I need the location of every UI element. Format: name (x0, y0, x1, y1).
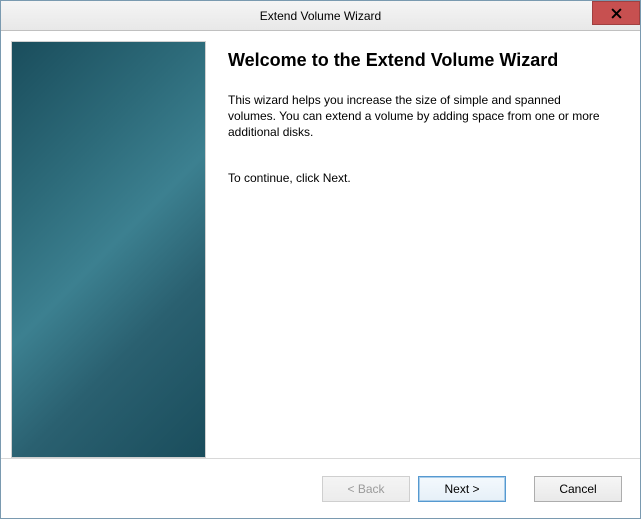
next-button[interactable]: Next > (418, 476, 506, 502)
window-title: Extend Volume Wizard (1, 9, 640, 23)
close-icon (611, 8, 622, 19)
wizard-main-panel: Welcome to the Extend Volume Wizard This… (206, 31, 640, 458)
wizard-description: This wizard helps you increase the size … (228, 92, 612, 141)
wizard-side-banner (11, 41, 206, 458)
wizard-continue-hint: To continue, click Next. (228, 170, 612, 186)
back-button: < Back (322, 476, 410, 502)
content-area: Welcome to the Extend Volume Wizard This… (1, 31, 640, 458)
wizard-window: Extend Volume Wizard Welcome to the Exte… (0, 0, 641, 519)
titlebar: Extend Volume Wizard (1, 1, 640, 31)
page-title: Welcome to the Extend Volume Wizard (228, 49, 612, 72)
wizard-footer: < Back Next > Cancel (1, 458, 640, 518)
cancel-button[interactable]: Cancel (534, 476, 622, 502)
close-button[interactable] (592, 1, 640, 25)
